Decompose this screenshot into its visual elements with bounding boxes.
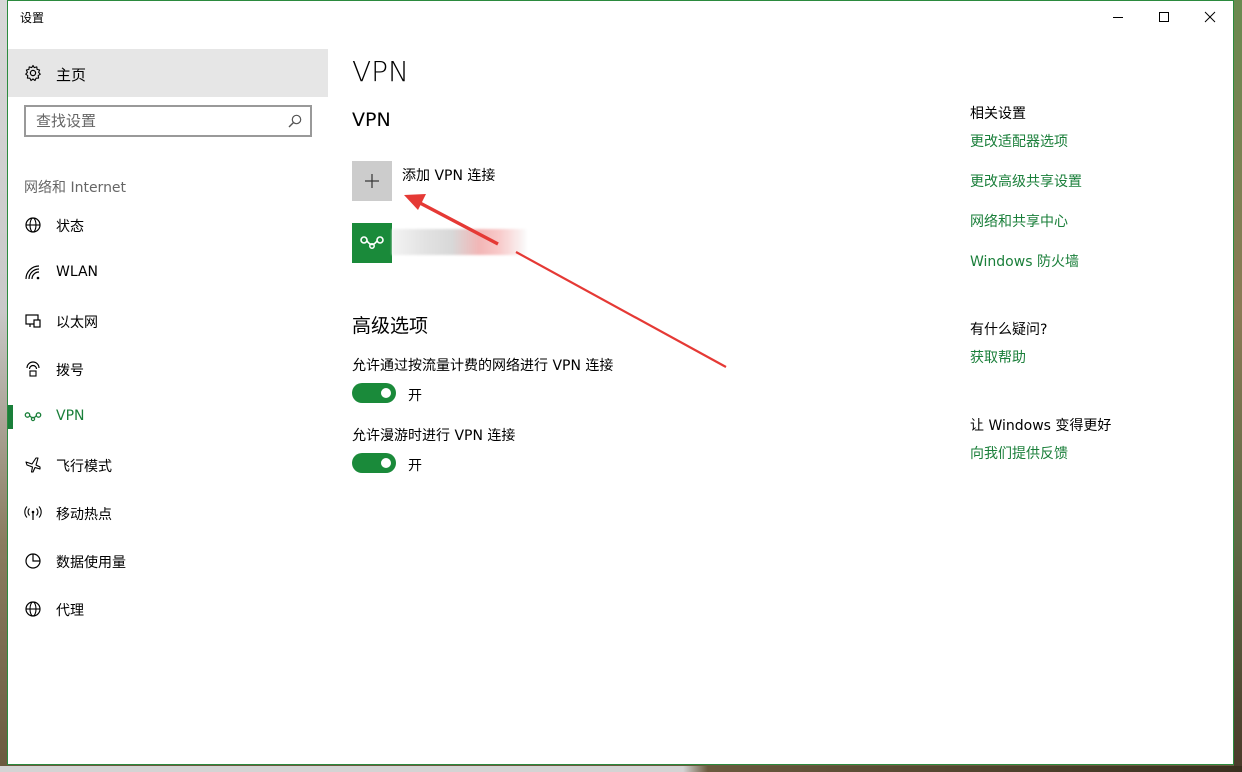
sidebar-item-proxy[interactable]: 代理 bbox=[8, 585, 328, 633]
windows-firewall-link[interactable]: Windows 防火墙 bbox=[970, 251, 1079, 271]
hotspot-icon bbox=[24, 506, 42, 520]
airplane-icon bbox=[25, 457, 41, 473]
taskbar-edge bbox=[0, 766, 1242, 772]
change-adapter-options-link[interactable]: 更改适配器选项 bbox=[970, 131, 1068, 151]
maximize-button[interactable] bbox=[1141, 1, 1187, 33]
dialup-icon bbox=[26, 361, 40, 377]
add-tile[interactable] bbox=[352, 161, 392, 201]
sidebar-item-label: 代理 bbox=[56, 603, 84, 619]
sidebar-item-label: 移动热点 bbox=[56, 507, 112, 523]
improve-windows-heading: 让 Windows 变得更好 bbox=[970, 418, 1112, 434]
sidebar-item-vpn[interactable]: VPN bbox=[8, 393, 328, 441]
minimize-button[interactable] bbox=[1095, 1, 1141, 33]
metered-vpn-toggle-state: 开 bbox=[408, 388, 422, 404]
vpn-icon bbox=[24, 412, 42, 422]
sidebar-item-label: 以太网 bbox=[56, 315, 98, 331]
maximize-icon bbox=[1159, 12, 1169, 22]
search-box[interactable] bbox=[24, 105, 312, 137]
sidebar-item-label: 数据使用量 bbox=[56, 555, 126, 571]
sidebar-item-airplane-mode[interactable]: 飞行模式 bbox=[8, 441, 328, 489]
advanced-options-heading: 高级选项 bbox=[352, 315, 429, 337]
title-bar[interactable]: 设置 bbox=[8, 1, 1233, 33]
home-nav-item[interactable]: 主页 bbox=[8, 49, 328, 97]
window-title: 设置 bbox=[20, 11, 45, 25]
vpn-section-heading: VPN bbox=[352, 109, 391, 131]
sidebar-item-data-usage[interactable]: 数据使用量 bbox=[8, 537, 328, 585]
globe-status-icon bbox=[25, 217, 41, 233]
search-icon[interactable] bbox=[288, 114, 302, 128]
toggle-knob bbox=[381, 458, 391, 468]
sidebar-item-dialup[interactable]: 拨号 bbox=[8, 345, 328, 393]
desktop-wallpaper-edge bbox=[1234, 0, 1242, 772]
vpn-connection-item[interactable] bbox=[352, 223, 552, 265]
sidebar-item-label: VPN bbox=[56, 408, 85, 424]
section-label: 网络和 Internet bbox=[24, 180, 127, 196]
metered-vpn-toggle[interactable] bbox=[352, 383, 396, 403]
network-sharing-center-link[interactable]: 网络和共享中心 bbox=[970, 211, 1068, 231]
settings-window: 设置 主页 网络和 Internet bbox=[7, 0, 1234, 765]
related-settings-heading: 相关设置 bbox=[970, 106, 1026, 122]
question-heading: 有什么疑问? bbox=[970, 322, 1048, 338]
globe-icon bbox=[25, 601, 41, 617]
get-help-link[interactable]: 获取帮助 bbox=[970, 347, 1026, 367]
redacted-connection-name bbox=[392, 229, 526, 255]
minimize-icon bbox=[1113, 17, 1123, 18]
sidebar: 主页 网络和 Internet 状态 bbox=[8, 33, 328, 764]
advanced-sharing-settings-link[interactable]: 更改高级共享设置 bbox=[970, 171, 1082, 191]
toggle-knob bbox=[381, 388, 391, 398]
data-usage-icon bbox=[25, 553, 41, 569]
home-label: 主页 bbox=[56, 66, 87, 84]
close-button[interactable] bbox=[1187, 1, 1233, 33]
wifi-icon bbox=[25, 265, 40, 280]
add-vpn-connection-button[interactable]: 添加 VPN 连接 bbox=[352, 161, 612, 203]
sidebar-item-wlan[interactable]: WLAN bbox=[8, 249, 328, 297]
active-indicator bbox=[8, 405, 13, 429]
sidebar-item-label: WLAN bbox=[56, 264, 99, 280]
sidebar-item-status[interactable]: 状态 bbox=[8, 201, 328, 249]
roaming-vpn-option-label: 允许漫游时进行 VPN 连接 bbox=[352, 428, 516, 444]
ethernet-icon bbox=[25, 314, 41, 328]
sidebar-item-label: 状态 bbox=[56, 219, 84, 235]
metered-vpn-option-label: 允许通过按流量计费的网络进行 VPN 连接 bbox=[352, 358, 614, 374]
sidebar-item-label: 拨号 bbox=[56, 363, 84, 379]
main-content: VPN VPN 添加 VPN 连接 高级选项 允许通过按流量计费的网络进行 VP… bbox=[352, 33, 912, 733]
roaming-vpn-toggle[interactable] bbox=[352, 453, 396, 473]
sidebar-item-hotspot[interactable]: 移动热点 bbox=[8, 489, 328, 537]
roaming-vpn-toggle-state: 开 bbox=[408, 458, 422, 474]
search-input[interactable] bbox=[26, 107, 296, 135]
vpn-icon bbox=[360, 236, 384, 249]
plus-icon bbox=[365, 174, 379, 188]
page-title: VPN bbox=[352, 55, 409, 88]
feedback-link[interactable]: 向我们提供反馈 bbox=[970, 443, 1068, 463]
gear-icon bbox=[25, 64, 41, 82]
sidebar-item-label: 飞行模式 bbox=[56, 459, 112, 475]
vpn-connection-tile bbox=[352, 223, 392, 263]
close-icon bbox=[1204, 11, 1216, 23]
add-vpn-label: 添加 VPN 连接 bbox=[402, 168, 496, 184]
sidebar-item-ethernet[interactable]: 以太网 bbox=[8, 297, 328, 345]
